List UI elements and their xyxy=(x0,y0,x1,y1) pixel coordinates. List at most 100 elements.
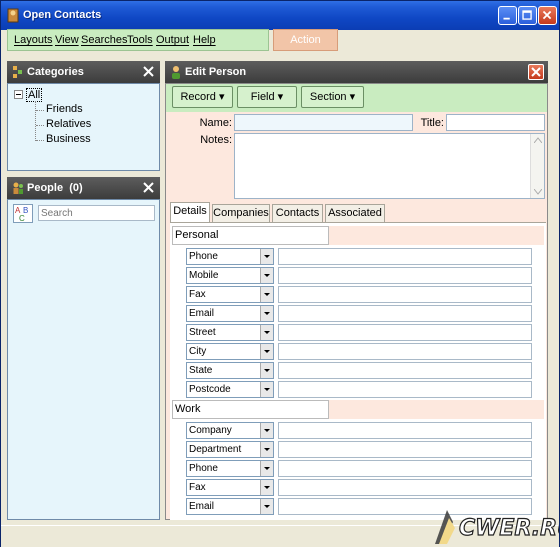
close-edit-person-button[interactable] xyxy=(528,64,544,80)
tree-item-friends[interactable]: Friends xyxy=(46,103,83,115)
field-value-input[interactable] xyxy=(278,267,532,284)
field-value-input[interactable] xyxy=(278,381,532,398)
tab-details[interactable]: Details xyxy=(170,202,210,222)
edit-person-title: Edit Person xyxy=(185,66,247,78)
edit-person-toolbar: Record ▾ Field ▾ Section ▾ xyxy=(166,84,547,112)
close-window-button[interactable] xyxy=(538,6,557,25)
field-value-input[interactable] xyxy=(278,248,532,265)
notes-textarea[interactable] xyxy=(234,133,545,199)
notes-scrollbar[interactable] xyxy=(530,134,544,198)
app-window: Open Contacts Layouts View Searches Tool… xyxy=(0,0,560,547)
field-menu-button[interactable]: Field ▾ xyxy=(237,86,297,108)
field-type-select[interactable]: Department xyxy=(186,441,274,458)
people-count: (0) xyxy=(69,182,83,194)
title-label: Title: xyxy=(420,117,444,129)
close-people-icon[interactable] xyxy=(141,180,156,195)
field-type-select[interactable]: Fax xyxy=(186,286,274,303)
search-input[interactable] xyxy=(38,205,155,221)
dropdown-arrow-icon[interactable] xyxy=(260,306,273,321)
record-menu-button[interactable]: Record ▾ xyxy=(172,86,233,108)
edit-person-header: Edit Person xyxy=(165,61,548,83)
dropdown-arrow-icon[interactable] xyxy=(260,382,273,397)
tab-contacts[interactable]: Contacts xyxy=(272,204,323,222)
dropdown-arrow-icon[interactable] xyxy=(260,268,273,283)
dropdown-arrow-icon[interactable] xyxy=(260,442,273,457)
tab-associated[interactable]: Associated xyxy=(325,204,385,222)
action-button[interactable]: Action xyxy=(273,29,338,51)
close-icon xyxy=(542,10,552,20)
field-type-select[interactable]: Mobile xyxy=(186,267,274,284)
field-value-input[interactable] xyxy=(278,343,532,360)
people-list: A B C xyxy=(7,199,160,520)
scroll-down-icon[interactable] xyxy=(534,189,542,195)
categories-icon xyxy=(13,66,22,78)
field-type-select[interactable]: Fax xyxy=(186,479,274,496)
section-personal[interactable]: Personal xyxy=(172,226,329,245)
minimize-button[interactable] xyxy=(498,6,517,25)
svg-text:C: C xyxy=(19,214,25,223)
tree-line xyxy=(35,101,36,141)
watermark-logo: CWER.RU xyxy=(435,510,559,544)
field-type-select[interactable]: Postcode xyxy=(186,381,274,398)
dropdown-arrow-icon[interactable] xyxy=(260,363,273,378)
field-type-select[interactable]: Email xyxy=(186,305,274,322)
collapse-icon[interactable] xyxy=(14,90,23,99)
field-value-input[interactable] xyxy=(278,460,532,477)
section-menu-button[interactable]: Section ▾ xyxy=(301,86,364,108)
categories-tree: All Friends Relatives Business xyxy=(7,83,160,171)
categories-title: Categories xyxy=(27,66,84,78)
sort-alphabetical-icon[interactable]: A B C xyxy=(13,204,33,223)
field-value-input[interactable] xyxy=(278,362,532,379)
maximize-button[interactable] xyxy=(518,6,537,25)
field-value-input[interactable] xyxy=(278,422,532,439)
close-categories-icon[interactable] xyxy=(141,64,156,79)
maximize-icon xyxy=(522,10,532,20)
field-type-select[interactable]: Phone xyxy=(186,248,274,265)
menu-output[interactable]: Output xyxy=(156,34,189,46)
people-header: People (0) xyxy=(7,177,160,199)
tree-item-business[interactable]: Business xyxy=(46,133,91,145)
title-field[interactable] xyxy=(446,114,545,131)
field-type-select[interactable]: Email xyxy=(186,498,274,515)
field-type-select[interactable]: City xyxy=(186,343,274,360)
field-value-input[interactable] xyxy=(278,479,532,496)
field-type-select[interactable]: Company xyxy=(186,422,274,439)
dropdown-arrow-icon[interactable] xyxy=(260,325,273,340)
dropdown-arrow-icon[interactable] xyxy=(260,461,273,476)
field-type-select[interactable]: Phone xyxy=(186,460,274,477)
dropdown-arrow-icon[interactable] xyxy=(260,423,273,438)
title-bar[interactable]: Open Contacts xyxy=(1,1,559,30)
menu-view[interactable]: View xyxy=(55,34,79,46)
people-icon xyxy=(13,182,23,194)
dropdown-arrow-icon[interactable] xyxy=(260,344,273,359)
dropdown-arrow-icon[interactable] xyxy=(260,249,273,264)
field-value-input[interactable] xyxy=(278,441,532,458)
tree-item-relatives[interactable]: Relatives xyxy=(46,118,91,130)
menu-searches[interactable]: Searches xyxy=(81,34,127,46)
categories-header: Categories xyxy=(7,61,160,83)
edit-person-body: Record ▾ Field ▾ Section ▾ Name: Title: … xyxy=(165,83,548,520)
name-label: Name: xyxy=(199,117,232,129)
field-value-input[interactable] xyxy=(278,286,532,303)
person-icon xyxy=(172,66,180,79)
tree-item-all[interactable]: All xyxy=(26,88,43,102)
field-type-select[interactable]: Street xyxy=(186,324,274,341)
scroll-up-icon[interactable] xyxy=(534,137,542,143)
menu-layouts[interactable]: Layouts xyxy=(14,34,53,46)
field-type-select[interactable]: State xyxy=(186,362,274,379)
tree-branch xyxy=(36,110,44,111)
tab-companies[interactable]: Companies xyxy=(212,204,270,222)
menu-help[interactable]: Help xyxy=(193,34,216,46)
watermark-text: CWER.RU xyxy=(459,516,559,541)
section-work[interactable]: Work xyxy=(172,400,329,419)
dropdown-arrow-icon[interactable] xyxy=(260,480,273,495)
window-title: Open Contacts xyxy=(23,9,102,21)
field-value-input[interactable] xyxy=(278,324,532,341)
field-value-input[interactable] xyxy=(278,305,532,322)
dropdown-arrow-icon[interactable] xyxy=(260,287,273,302)
name-field[interactable] xyxy=(234,114,413,131)
dropdown-arrow-icon[interactable] xyxy=(260,499,273,514)
menu-tools[interactable]: Tools xyxy=(127,34,153,46)
minimize-icon xyxy=(503,17,510,20)
menu-bar: Layouts View Searches Tools Output Help xyxy=(7,29,269,51)
